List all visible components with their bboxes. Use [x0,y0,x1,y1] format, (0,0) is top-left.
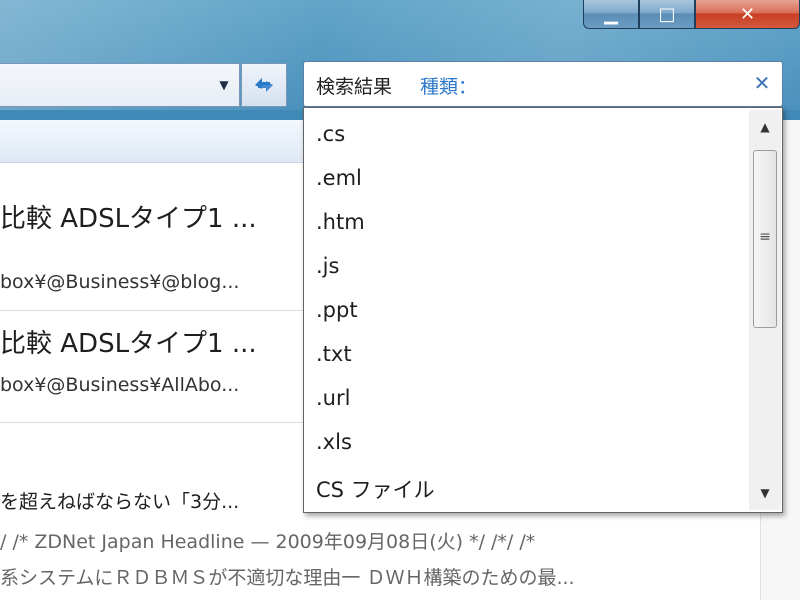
item-snippet: 系システムにＲＤＢＭＳが不適切な理由一 ＤＷＨ構築のための最... [0,567,575,589]
search-query-label: 検索結果 [316,76,393,98]
chevron-down-icon: ▼ [219,78,229,92]
list-item[interactable]: 比較 ADSLタイプ1 ... box¥@Business¥AllAbo... [0,310,310,423]
refresh-icon [255,78,273,92]
minimize-button[interactable]: ▁ [583,0,639,29]
scroll-up-button[interactable]: ▲ [749,110,781,144]
chevron-down-icon: ▼ [760,486,770,500]
dropdown-option[interactable]: .eml [316,166,362,190]
dropdown-option[interactable]: .txt [316,342,352,366]
dropdown-option[interactable]: .xls [316,430,352,454]
close-icon: ✕ [753,71,771,95]
dropdown-scrollbar[interactable]: ▲ ≡ ▼ [749,110,781,510]
grip-icon: ≡ [759,229,771,245]
clear-search-button[interactable]: ✕ [750,70,774,96]
scroll-down-button[interactable]: ▼ [749,476,781,510]
window-caption-buttons: ▁ □ ✕ [583,0,800,31]
item-title: を超えねばならない「3分... [0,491,240,513]
search-filter-keyword: 種類： [420,76,478,98]
dropdown-option[interactable]: .url [316,386,350,410]
item-title: 比較 ADSLタイプ1 ... [0,204,257,234]
dropdown-option[interactable]: .cs [316,122,345,146]
item-title: 比較 ADSLタイプ1 ... [0,329,257,359]
item-snippet: / /* ZDNet Japan Headline — 2009年09月08日(… [0,531,536,553]
scroll-thumb[interactable]: ≡ [753,150,777,328]
dropdown-option[interactable]: .htm [316,210,365,234]
minimize-icon: ▁ [604,3,618,25]
dropdown-option[interactable]: .ppt [316,298,358,322]
dropdown-option[interactable]: .js [316,254,339,278]
refresh-button[interactable] [241,63,287,107]
address-bar[interactable] [0,63,240,107]
close-button[interactable]: ✕ [695,0,800,29]
chevron-up-icon: ▲ [760,120,770,134]
close-window-icon: ✕ [739,3,756,25]
address-history-dropdown[interactable]: ▼ [208,63,240,107]
search-input[interactable]: 検索結果 種類： ✕ [303,61,783,107]
dropdown-option[interactable]: CS ファイル [316,474,435,504]
maximize-button[interactable]: □ [639,0,695,29]
filter-suggestion-dropdown: .cs .eml .htm .js .ppt .txt .url .xls CS… [303,107,783,513]
item-path: box¥@Business¥AllAbo... [0,374,240,396]
maximize-icon: □ [658,3,676,25]
list-item[interactable]: 比較 ADSLタイプ1 ... box¥@Business¥@blog... [0,198,310,311]
item-path: box¥@Business¥@blog... [0,271,240,293]
